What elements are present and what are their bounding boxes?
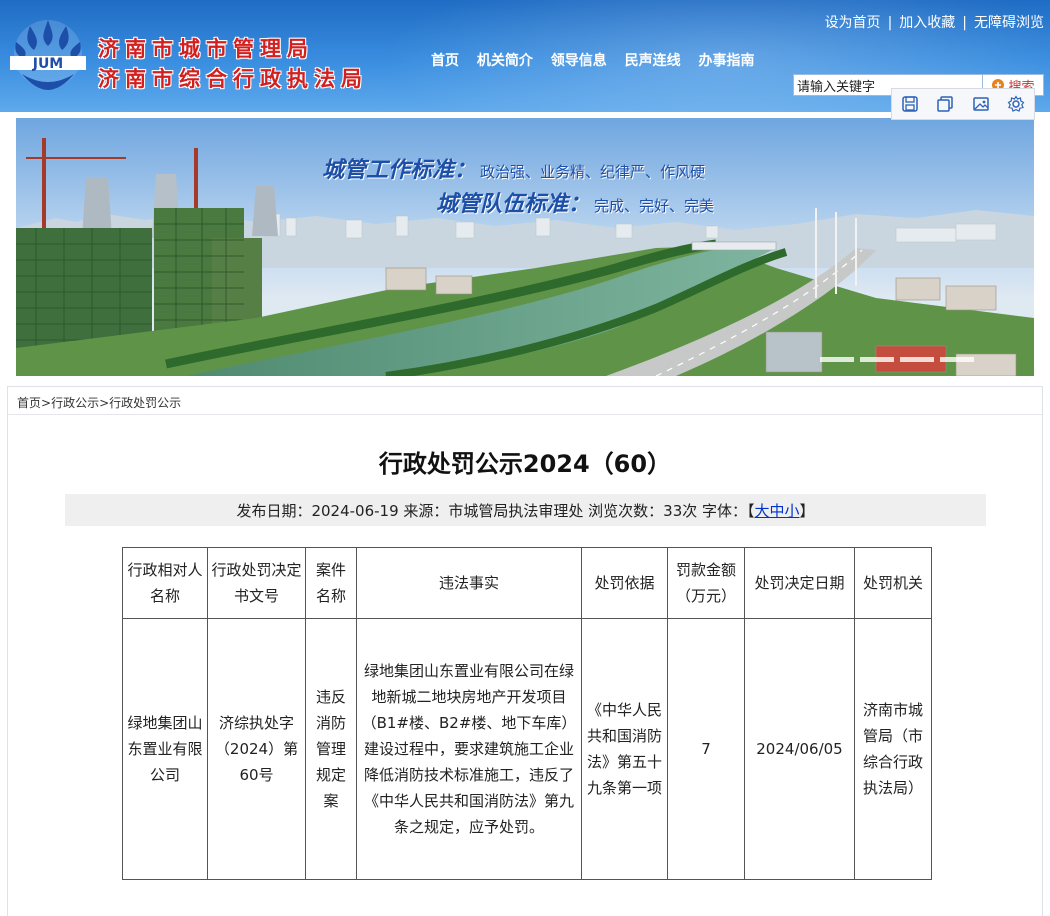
cell-authority: 济南市城管局（市综合行政执法局）	[854, 618, 932, 880]
cell-case-name: 违反消防管理规定案	[305, 618, 357, 880]
slogan-1-text: 政治强、业务精、纪律严、作风硬	[480, 163, 706, 181]
cell-fine-amount: 7	[667, 618, 745, 880]
image-icon[interactable]	[970, 93, 992, 115]
penalty-table: 行政相对人名称 行政处罚决定书文号 案件名称 违法事实 处罚依据 罚款金额（万元…	[122, 547, 932, 880]
banner-image: 城管工作标准： 政治强、业务精、纪律严、作风硬 城管队伍标准： 完成、完好、完美	[16, 118, 1034, 376]
table-header-row: 行政相对人名称 行政处罚决定书文号 案件名称 违法事实 处罚依据 罚款金额（万元…	[122, 547, 932, 619]
meta-info: 发布日期：2024-06-19 来源：市城管局执法审理处 浏览次数：33次 字体…	[236, 501, 755, 520]
logo-text: JUM	[32, 56, 64, 72]
th-authority: 处罚机关	[854, 547, 932, 619]
slogan-2-title: 城管队伍标准：	[436, 191, 591, 217]
page-title: 行政处罚公示2024（60）	[378, 450, 672, 478]
slide-indicator[interactable]	[940, 357, 974, 362]
table-row: 绿地集团山东置业有限公司 济综执处字（2024）第60号 违反消防管理规定案 绿…	[122, 618, 932, 880]
cell-illegal-facts: 绿地集团山东置业有限公司在绿地新城二地块房地产开发项目（B1#楼、B2#楼、地下…	[356, 618, 582, 880]
copy-icon[interactable]	[934, 93, 956, 115]
page-toolbar	[891, 88, 1035, 120]
th-penalty-basis: 处罚依据	[581, 547, 668, 619]
nav-about[interactable]: 机关简介	[477, 53, 533, 69]
set-homepage-link[interactable]: 设为首页	[825, 15, 881, 31]
breadcrumb-home[interactable]: 首页	[17, 396, 41, 410]
org-names: 济南市城市管理局 济南市综合行政执法局	[98, 34, 368, 94]
cell-penalty-basis: 《中华人民共和国消防法》第五十九条第一项	[581, 618, 668, 880]
article-meta: 发布日期：2024-06-19 来源：市城管局执法审理处 浏览次数：33次 字体…	[65, 494, 986, 526]
th-illegal-facts: 违法事实	[356, 547, 582, 619]
slogan-2-text: 完成、完好、完美	[594, 197, 715, 215]
slogan-1-title: 城管工作标准：	[322, 157, 477, 183]
th-decision-number: 行政处罚决定书文号	[207, 547, 306, 619]
slide-indicator[interactable]	[860, 357, 894, 362]
th-case-name: 案件名称	[305, 547, 357, 619]
slogan-1: 城管工作标准： 政治强、业务精、纪律严、作风硬	[322, 152, 705, 184]
save-icon[interactable]	[899, 93, 921, 115]
org-name-line2: 济南市综合行政执法局	[98, 66, 368, 91]
top-links: 设为首页 | 加入收藏 | 无障碍浏览	[825, 12, 1044, 32]
site-logo-icon[interactable]: JUM	[6, 12, 90, 96]
main-nav: 首页 机关简介 领导信息 民声连线 办事指南	[431, 50, 768, 70]
breadcrumb-admin-notice[interactable]: 行政公示	[51, 396, 99, 410]
breadcrumb: 首页>行政公示>行政处罚公示	[17, 394, 181, 411]
meta-suffix: 】	[799, 501, 815, 520]
cell-decision-number: 济综执处字（2024）第60号	[207, 618, 306, 880]
settings-icon[interactable]	[1005, 93, 1027, 115]
banner-slide-indicators	[820, 357, 974, 362]
cell-decision-date: 2024/06/05	[744, 618, 855, 880]
nav-leaders[interactable]: 领导信息	[551, 53, 607, 69]
slide-indicator[interactable]	[820, 357, 854, 362]
nav-public-voice[interactable]: 民声连线	[625, 53, 681, 69]
top-link-separator: |	[962, 15, 967, 31]
breadcrumb-divider	[8, 414, 1042, 415]
add-favorite-link[interactable]: 加入收藏	[899, 15, 955, 31]
th-decision-date: 处罚决定日期	[744, 547, 855, 619]
slogan-2: 城管队伍标准： 完成、完好、完美	[436, 186, 714, 218]
breadcrumb-penalty-notice[interactable]: 行政处罚公示	[109, 396, 181, 410]
nav-service-guide[interactable]: 办事指南	[699, 53, 755, 69]
th-fine-amount: 罚款金额（万元）	[667, 547, 745, 619]
slide-indicator[interactable]	[900, 357, 934, 362]
cell-party-name: 绿地集团山东置业有限公司	[122, 618, 208, 880]
top-link-separator: |	[887, 15, 893, 31]
breadcrumb-separator: >	[99, 396, 110, 410]
accessibility-link[interactable]: 无障碍浏览	[974, 15, 1044, 31]
th-party-name: 行政相对人名称	[122, 547, 208, 619]
org-name-line1: 济南市城市管理局	[98, 36, 314, 61]
font-size-switcher[interactable]: 大中小	[755, 500, 800, 521]
nav-home[interactable]: 首页	[431, 53, 459, 69]
breadcrumb-separator: >	[41, 396, 52, 410]
